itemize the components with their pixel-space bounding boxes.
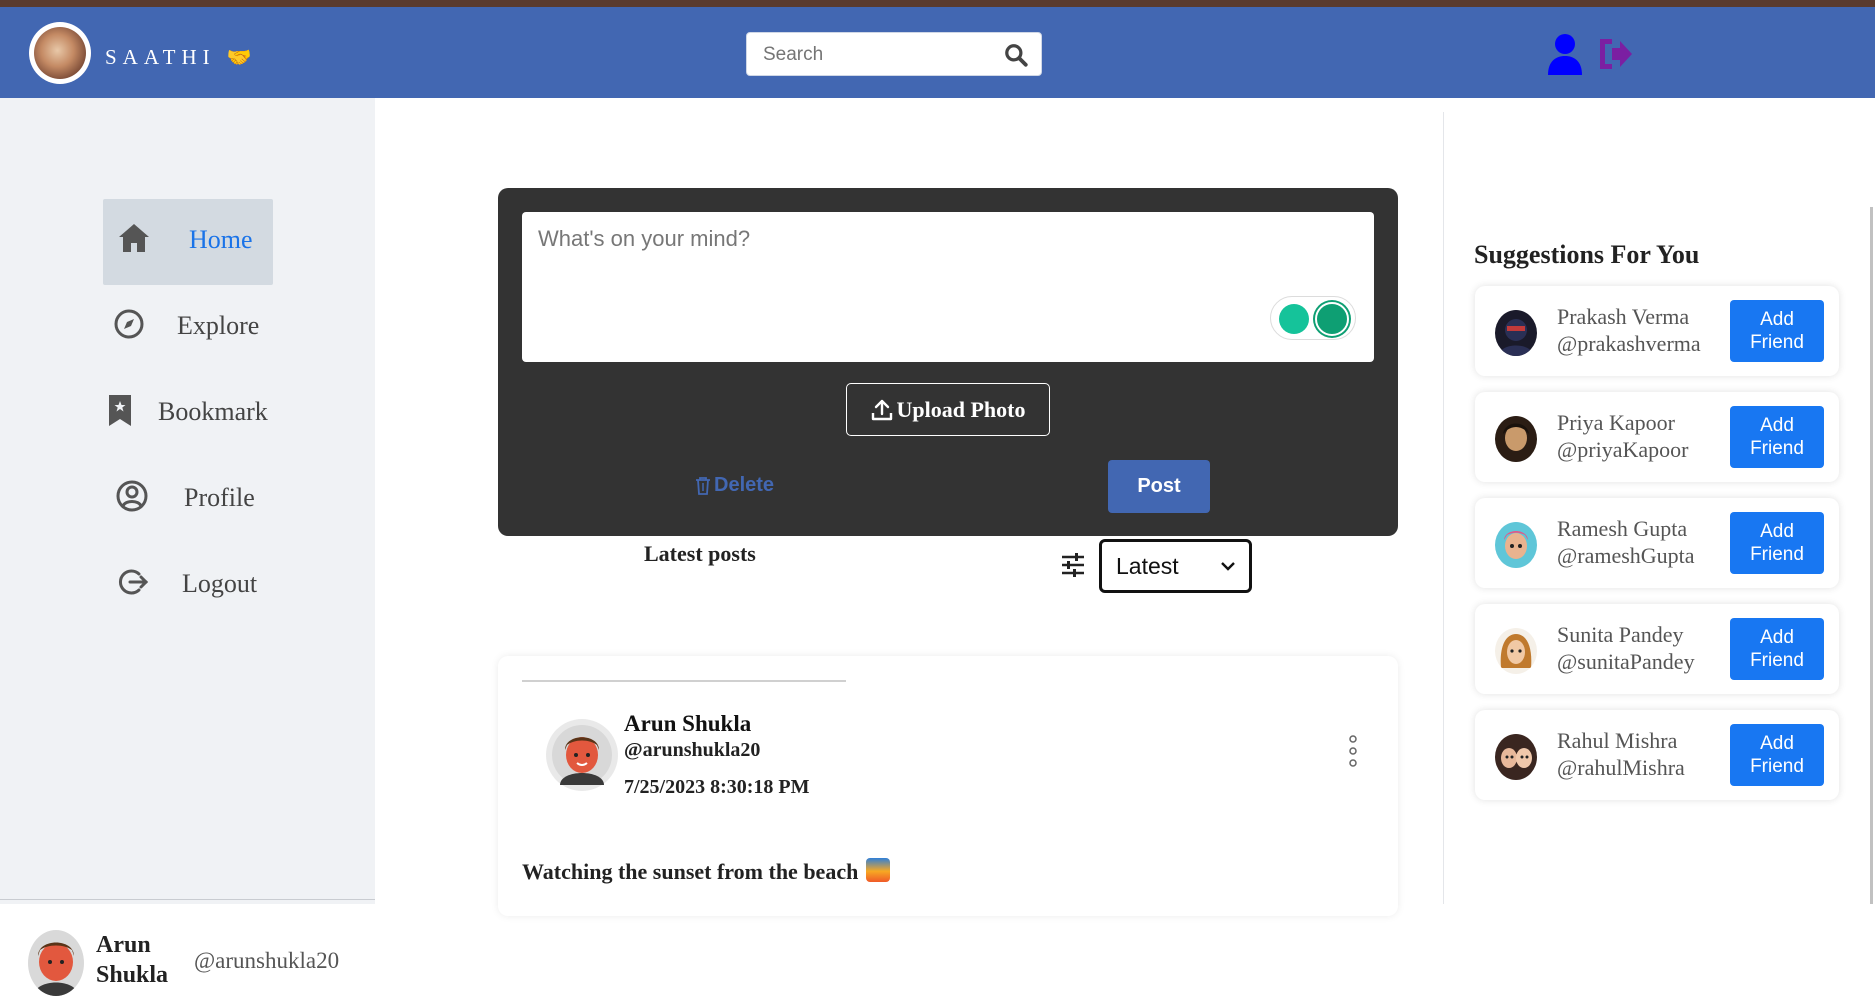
user-icon[interactable]: [1546, 33, 1584, 75]
suggestion-name: Prakash Verma: [1557, 304, 1690, 329]
sidebar-item-explore[interactable]: Explore: [103, 285, 273, 371]
filter-icon[interactable]: [1060, 552, 1086, 578]
search-input[interactable]: [763, 41, 993, 69]
post-timestamp: 7/25/2023 8:30:18 PM: [624, 776, 810, 798]
sort-select[interactable]: Latest: [1099, 539, 1252, 593]
suggestion-card: Prakash Verma @prakashverma Add Friend: [1475, 286, 1839, 376]
home-icon: [119, 224, 149, 252]
compass-icon: [114, 309, 144, 339]
post-author-name: Arun Shukla: [624, 711, 752, 736]
current-user-avatar[interactable]: [28, 930, 84, 996]
logout-icon[interactable]: [1596, 33, 1634, 75]
suggestion-avatar[interactable]: [1495, 310, 1537, 356]
suggestion-avatar[interactable]: [1495, 522, 1537, 568]
feed-title: Latest posts: [644, 541, 756, 566]
grammarly-widget[interactable]: [1270, 296, 1356, 340]
suggestion-handle: @sunitaPandey: [1557, 649, 1695, 674]
add-friend-button[interactable]: Add Friend: [1730, 724, 1824, 786]
upload-icon: [871, 399, 892, 420]
post-card: Arun Shukla @arunshukla20 7/25/2023 8:30…: [498, 656, 1398, 916]
suggestion-avatar[interactable]: [1495, 734, 1537, 780]
trash-icon: [696, 476, 710, 495]
add-friend-button[interactable]: Add Friend: [1730, 300, 1824, 362]
brand-text: SAATHI: [105, 45, 216, 69]
right-panel-border: [1443, 112, 1444, 904]
logout-icon: [119, 569, 149, 595]
left-sidebar: Home Explore Bookmark Profile Logout Aru…: [0, 98, 375, 996]
suggestion-card: Priya Kapoor @priyaKapoor Add Friend: [1475, 392, 1839, 482]
current-user-handle: @arunshukla20: [194, 948, 340, 973]
sidebar-item-label: Profile: [184, 483, 255, 512]
add-friend-button[interactable]: Add Friend: [1730, 512, 1824, 574]
post-button[interactable]: Post: [1108, 460, 1210, 513]
upload-photo-label: Upload Photo: [896, 396, 1026, 422]
add-friend-button[interactable]: Add Friend: [1730, 406, 1824, 468]
add-friend-button[interactable]: Add Friend: [1730, 618, 1824, 680]
search-icon[interactable]: [1003, 42, 1029, 68]
suggestions-title: Suggestions For You: [1474, 240, 1700, 269]
chevron-down-icon: [1221, 562, 1235, 571]
post-body: Watching the sunset from the beach: [522, 859, 859, 884]
post-divider: [522, 680, 846, 682]
suggestion-handle: @priyaKapoor: [1557, 437, 1689, 462]
app-logo[interactable]: [29, 22, 91, 84]
user-circle-icon: [116, 480, 148, 512]
upload-photo-button[interactable]: Upload Photo: [846, 383, 1050, 436]
search-box: [746, 32, 1042, 76]
bookmark-icon: [109, 395, 131, 426]
post-text-input[interactable]: [522, 212, 1374, 362]
sidebar-divider: [0, 899, 375, 900]
suggestion-handle: @prakashverma: [1557, 331, 1701, 356]
sidebar-item-label: Bookmark: [158, 397, 268, 426]
suggestion-avatar[interactable]: [1495, 628, 1537, 674]
brand-name: SAATHI 🤝: [105, 45, 252, 70]
grammarly-icon: [1315, 302, 1349, 336]
sidebar-item-label: Explore: [177, 311, 260, 340]
delete-button[interactable]: Delete: [694, 474, 774, 497]
suggestion-card: Ramesh Gupta @rameshGupta Add Friend: [1475, 498, 1839, 588]
sidebar-item-home[interactable]: Home: [103, 199, 273, 285]
suggestion-card: Rahul Mishra @rahulMishra Add Friend: [1475, 710, 1839, 800]
post-composer: Upload Photo Delete Post: [498, 188, 1398, 536]
current-user-name: Arun Shukla: [96, 932, 169, 988]
post-author-handle: @arunshukla20: [624, 739, 761, 761]
handshake-icon: 🤝: [226, 47, 252, 69]
top-navbar: SAATHI 🤝: [0, 7, 1875, 98]
suggestion-handle: @rahulMishra: [1557, 755, 1685, 780]
sidebar-item-bookmark[interactable]: Bookmark: [103, 371, 278, 457]
sidebar-item-label: Home: [189, 225, 253, 254]
suggestion-avatar[interactable]: [1495, 416, 1537, 462]
suggestion-card: Sunita Pandey @sunitaPandey Add Friend: [1475, 604, 1839, 694]
page-scrollbar[interactable]: [1870, 207, 1873, 904]
logo-image: [34, 27, 86, 79]
suggestion-name: Rahul Mishra: [1557, 728, 1678, 753]
post-text: Watching the sunset from the beach: [522, 858, 891, 885]
suggestion-name: Priya Kapoor: [1557, 410, 1675, 435]
suggestion-handle: @rameshGupta: [1557, 543, 1695, 568]
more-options-icon[interactable]: [1348, 734, 1358, 768]
sunset-icon: [866, 858, 891, 882]
sidebar-item-profile[interactable]: Profile: [103, 457, 268, 543]
suggestion-name: Ramesh Gupta: [1557, 516, 1688, 541]
top-strip: [0, 0, 1875, 7]
suggestion-name: Sunita Pandey: [1557, 622, 1684, 647]
sidebar-item-label: Logout: [182, 569, 258, 598]
post-author-avatar[interactable]: [546, 719, 618, 791]
delete-label: Delete: [714, 474, 775, 496]
lightbulb-icon: [1279, 304, 1309, 334]
sort-select-value: Latest: [1116, 552, 1179, 579]
sidebar-item-logout[interactable]: Logout: [103, 543, 268, 629]
